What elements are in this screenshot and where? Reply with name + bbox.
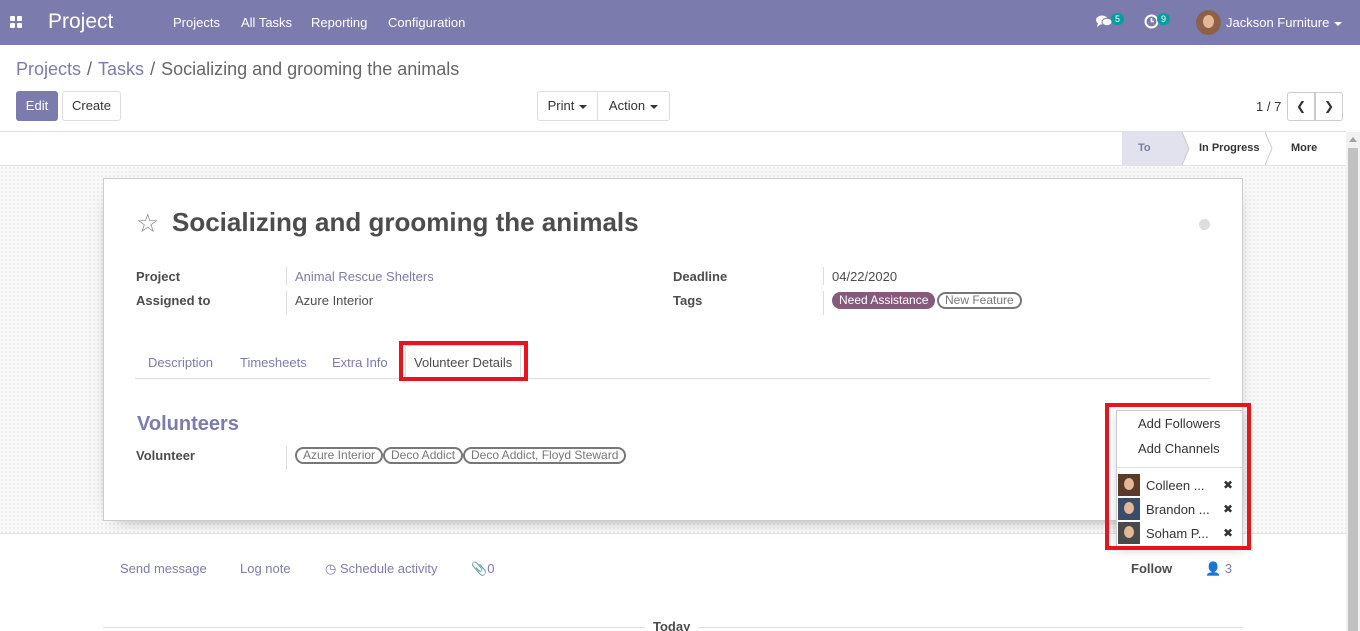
field-separator [823, 291, 824, 315]
attachments-button[interactable]: 📎0 [471, 561, 494, 577]
followers-count: 3 [1224, 561, 1233, 576]
volunteer-tag[interactable]: Deco Addict [383, 447, 464, 464]
menu-configuration[interactable]: Configuration [388, 15, 465, 30]
chevron-left-icon: ❮ [1295, 99, 1307, 113]
page-scrollbar[interactable] [1346, 132, 1360, 631]
action-label: Action [608, 98, 646, 113]
clock-icon: ◷ [325, 561, 340, 576]
user-icon: 👤 [1205, 561, 1225, 576]
breadcrumb-separator: / [87, 59, 93, 79]
volunteers-section-title: Volunteers [137, 413, 239, 435]
breadcrumb-current: Socializing and grooming the animals [161, 59, 460, 79]
more-label: More [1291, 142, 1318, 154]
breadcrumb: Projects / Tasks / Socializing and grooming … [16, 59, 459, 80]
scrollbar-thumb[interactable] [1348, 148, 1358, 631]
print-label: Print [547, 98, 575, 113]
send-message-button[interactable]: Send message [120, 561, 207, 576]
tag-need-assistance[interactable]: Need Assistance [832, 292, 936, 309]
breadcrumb-separator: / [150, 59, 156, 79]
schedule-activity-label: Schedule activity [339, 561, 438, 576]
kanban-state-indicator[interactable] [1199, 219, 1210, 230]
stage-more-button[interactable]: More [1275, 132, 1345, 184]
tab-highlight-box [399, 341, 528, 381]
field-separator [823, 267, 824, 285]
deadline-field-label: Deadline [673, 269, 728, 284]
tags-field-label: Tags [673, 293, 703, 308]
activities-count-badge: 9 [1157, 13, 1171, 25]
create-button[interactable]: Create [62, 91, 121, 121]
volunteer-tag[interactable]: Azure Interior [295, 447, 384, 464]
assigned-to-field-label: Assigned to [136, 293, 211, 308]
menu-all-tasks[interactable]: All Tasks [241, 15, 292, 30]
user-name: Jackson Furniture [1226, 15, 1330, 30]
breadcrumb-projects[interactable]: Projects [16, 59, 81, 79]
edit-button[interactable]: Edit [16, 91, 58, 121]
project-field-value[interactable]: Animal Rescue Shelters [295, 269, 434, 284]
tab-timesheets[interactable]: Timesheets [240, 355, 307, 370]
assigned-to-field-value[interactable]: Azure Interior [295, 293, 373, 308]
stage-in-progress[interactable]: In Progress [1190, 132, 1270, 165]
action-dropdown-button[interactable]: Action [597, 91, 670, 121]
pager-value[interactable]: 1 / 7 [1256, 99, 1281, 114]
follow-button[interactable]: Follow [1131, 561, 1172, 576]
chevron-down-icon [650, 104, 659, 109]
chevron-down-icon [579, 104, 588, 109]
chevron-right-icon: ❯ [1323, 99, 1335, 113]
tag-new-feature[interactable]: New Feature [937, 292, 1022, 309]
deadline-field-value[interactable]: 04/22/2020 [832, 269, 897, 284]
stage-to-do[interactable]: To Do [1122, 132, 1182, 187]
app-name[interactable]: Project [48, 10, 113, 34]
field-separator [286, 267, 287, 285]
paperclip-icon: 📎 [471, 561, 488, 576]
task-title[interactable]: Socializing and grooming the animals [172, 207, 639, 238]
menu-reporting[interactable]: Reporting [311, 15, 367, 30]
volunteer-field-label: Volunteer [136, 448, 195, 463]
top-navbar: Project Projects All Tasks Reporting Con… [0, 0, 1360, 45]
followers-highlight-box [1105, 403, 1251, 550]
volunteer-tag[interactable]: Deco Addict, Floyd Steward [463, 447, 627, 464]
user-avatar[interactable] [1196, 10, 1221, 35]
today-label: Today [645, 619, 699, 631]
field-separator [286, 446, 287, 470]
followers-count-button[interactable]: 👤 3 [1205, 561, 1232, 577]
messages-count-badge: 5 [1111, 13, 1125, 25]
user-menu[interactable]: Jackson Furniture [1226, 15, 1343, 30]
scroll-up-arrow-icon[interactable] [1349, 137, 1357, 142]
tab-extra-info[interactable]: Extra Info [332, 355, 388, 370]
attachments-count: 0 [487, 561, 495, 576]
field-separator [286, 291, 287, 315]
messages-icon[interactable] [1096, 14, 1112, 28]
project-field-label: Project [136, 269, 181, 284]
menu-projects[interactable]: Projects [173, 15, 220, 30]
print-dropdown-button[interactable]: Print [537, 91, 598, 121]
breadcrumb-tasks[interactable]: Tasks [98, 59, 144, 79]
stage-arrow-separator [1176, 132, 1190, 165]
tab-description[interactable]: Description [148, 355, 213, 370]
pager-next-button[interactable]: ❯ [1315, 92, 1343, 121]
log-note-button[interactable]: Log note [240, 561, 291, 576]
schedule-activity-button[interactable]: ◷ Schedule activity [325, 561, 438, 577]
tabs-underline [135, 378, 1210, 379]
pager-previous-button[interactable]: ❮ [1287, 92, 1315, 121]
star-priority-icon[interactable]: ☆ [136, 208, 159, 239]
apps-menu-icon[interactable] [10, 16, 22, 28]
chevron-down-icon [1334, 21, 1343, 26]
